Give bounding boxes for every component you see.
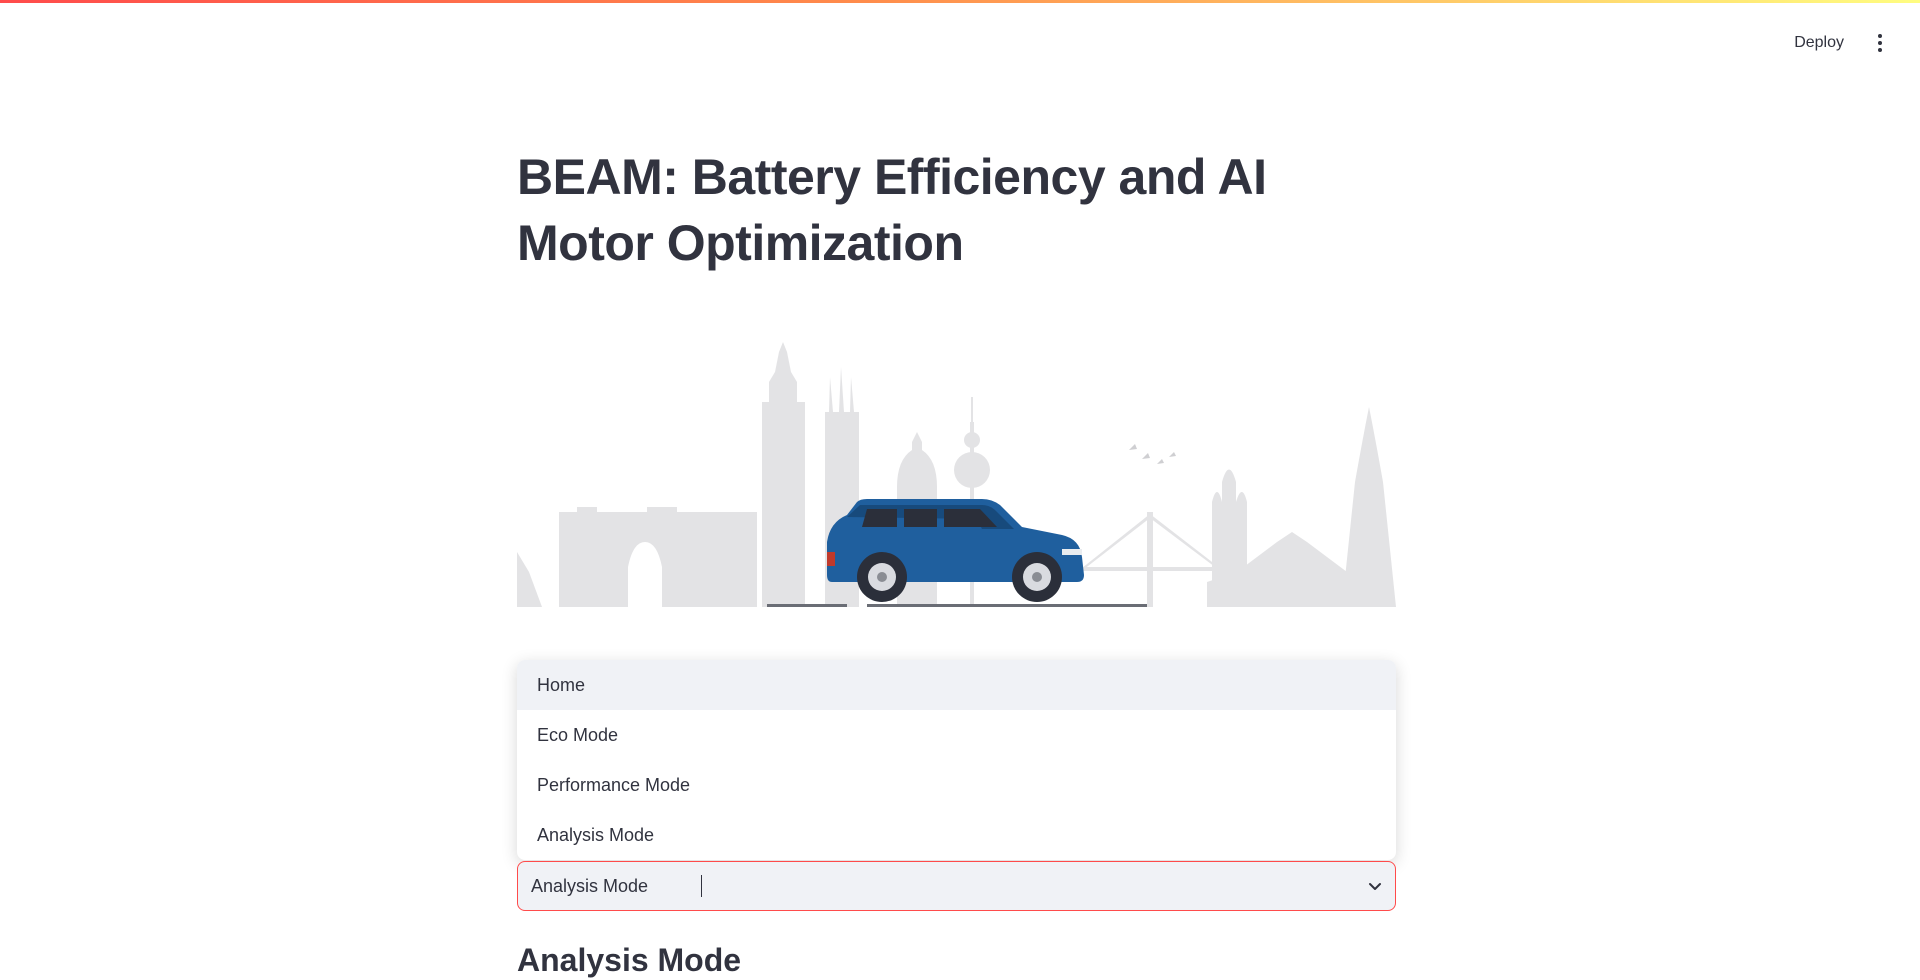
section-heading: Analysis Mode	[517, 942, 742, 978]
mode-select-input[interactable]	[518, 861, 702, 911]
mode-dropdown-menu: Home Eco Mode Performance Mode Analysis …	[517, 660, 1396, 860]
hero-image	[517, 342, 1396, 612]
text-caret	[701, 875, 702, 897]
kebab-menu-icon[interactable]	[1870, 29, 1890, 57]
dropdown-option-eco-mode[interactable]: Eco Mode	[517, 710, 1396, 760]
chevron-down-icon[interactable]	[1355, 878, 1395, 894]
page-title: BEAM: Battery Efficiency and AI Motor Op…	[517, 149, 1267, 271]
mode-select[interactable]	[517, 861, 1396, 911]
dropdown-option-analysis-mode[interactable]: Analysis Mode	[517, 810, 1396, 860]
deploy-button[interactable]: Deploy	[1790, 28, 1848, 58]
dropdown-option-home[interactable]: Home	[517, 660, 1396, 710]
top-decoration-bar	[0, 0, 1920, 3]
header-actions: Deploy	[1790, 28, 1890, 58]
dropdown-option-performance-mode[interactable]: Performance Mode	[517, 760, 1396, 810]
